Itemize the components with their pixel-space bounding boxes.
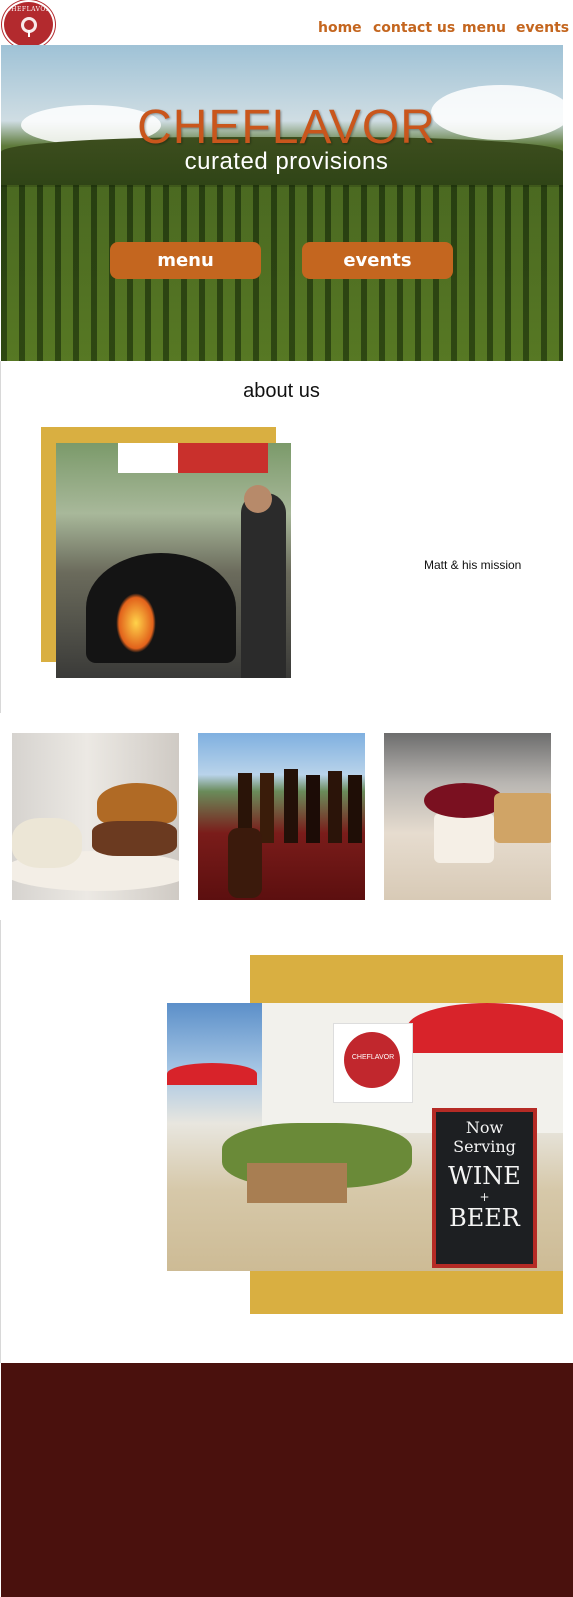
- tree-icon: [21, 17, 37, 37]
- vineyard-rows: [1, 185, 563, 361]
- coleslaw: [12, 818, 82, 868]
- page-border: [0, 361, 1, 713]
- gold-accent-bottom: [250, 1271, 563, 1314]
- chef-grilling-photo: [56, 443, 291, 678]
- bottle: [348, 775, 362, 843]
- nav-contact-us[interactable]: contact us: [373, 20, 455, 42]
- chef-figure: [241, 493, 286, 678]
- pulled-pork: [92, 821, 177, 856]
- bottle: [284, 769, 298, 843]
- flag-text: CHEFLAVOR: [351, 1054, 395, 1061]
- nav-events[interactable]: events: [516, 20, 569, 42]
- bottle: [260, 773, 274, 843]
- canopy: [118, 443, 268, 473]
- about-us-heading: about us: [243, 380, 320, 402]
- grill: [86, 553, 236, 663]
- hero-brand-title: CHEFLAVOR: [137, 101, 436, 154]
- nav-menu[interactable]: menu: [462, 20, 506, 42]
- sign-line: WINE: [448, 1162, 521, 1190]
- gallery-cheese-plate-photo: [384, 733, 551, 900]
- nav-home[interactable]: home: [318, 20, 362, 42]
- umbrella: [167, 1063, 257, 1085]
- gold-accent-top: [250, 955, 563, 1003]
- patio-photo: CHEFLAVOR Now Serving WINE + BEER: [167, 1003, 563, 1271]
- sign-line: BEER: [449, 1204, 520, 1232]
- toast: [494, 793, 551, 843]
- growler: [228, 828, 262, 898]
- bun: [97, 783, 177, 823]
- hero-events-button[interactable]: events: [302, 242, 453, 279]
- fire: [116, 593, 156, 653]
- hero-tagline: curated provisions: [184, 148, 389, 175]
- umbrella: [407, 1003, 563, 1053]
- sign-line: Serving: [453, 1137, 516, 1156]
- sign-line: +: [479, 1190, 490, 1204]
- bottle: [306, 775, 320, 843]
- chairs: [247, 1163, 347, 1203]
- bottle: [328, 771, 342, 843]
- chalkboard-sign: Now Serving WINE + BEER: [432, 1108, 537, 1268]
- sign-line: Now: [465, 1118, 504, 1137]
- chef-head: [244, 485, 272, 513]
- mission-text: Matt & his mission: [424, 558, 522, 572]
- gallery-beer-bottles-photo: [198, 733, 365, 900]
- cheese: [434, 813, 494, 863]
- flag: CHEFLAVOR: [333, 1023, 413, 1103]
- page-border: [0, 920, 1, 1363]
- footer: [1, 1363, 573, 1597]
- gallery-sandwich-photo: [12, 733, 179, 900]
- cheflavor-logo[interactable]: CHEFLAVOR: [2, 0, 55, 49]
- logo-wordmark: CHEFLAVOR: [6, 6, 51, 13]
- hero-menu-button[interactable]: menu: [110, 242, 261, 279]
- cherries: [424, 783, 504, 818]
- hero-vineyard-image: [1, 45, 563, 361]
